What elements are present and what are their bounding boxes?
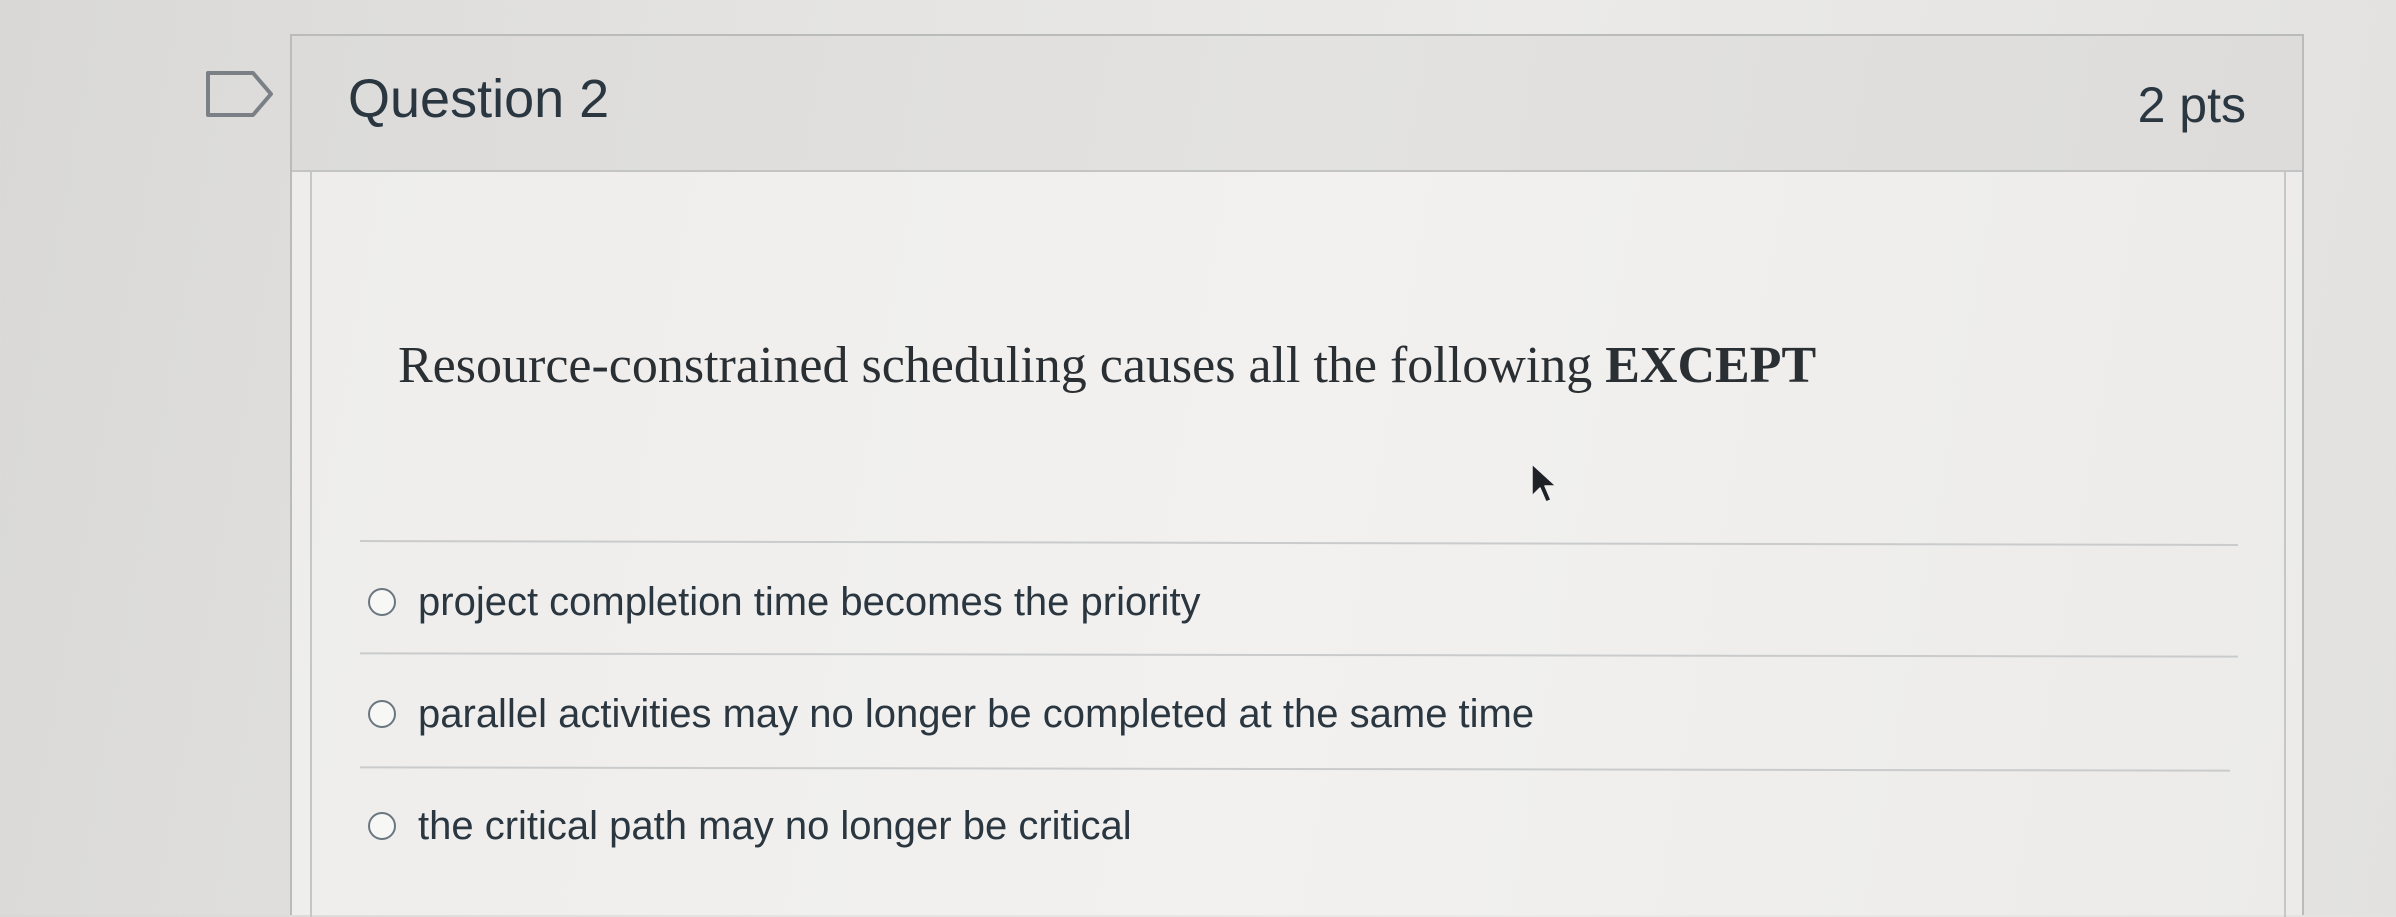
question-header: Question 2 2 pts <box>292 36 2302 172</box>
answer-divider <box>359 766 2231 772</box>
answer-option[interactable]: project completion time becomes the prio… <box>368 572 1201 632</box>
question-body: Resource-constrained scheduling causes a… <box>310 172 2286 917</box>
question-text: Resource-constrained scheduling causes a… <box>398 340 1816 392</box>
mouse-pointer-icon <box>1531 463 1557 503</box>
answer-label: project completion time becomes the prio… <box>418 579 1201 624</box>
question-text-main: Resource-constrained scheduling causes a… <box>398 337 1606 394</box>
answer-option[interactable]: parallel activities may no longer be com… <box>368 684 1534 744</box>
answer-option[interactable]: the critical path may no longer be criti… <box>368 796 1132 856</box>
question-text-emphasis: EXCEPT <box>1605 337 1817 394</box>
radio-button[interactable] <box>368 812 396 840</box>
question-card: Question 2 2 pts Resource-constrained sc… <box>290 34 2304 917</box>
answer-divider <box>359 540 2238 546</box>
answer-label: the critical path may no longer be criti… <box>418 803 1132 848</box>
answer-divider <box>359 652 2239 658</box>
answer-label: parallel activities may no longer be com… <box>418 691 1535 736</box>
radio-button[interactable] <box>368 588 396 616</box>
question-title: Question 2 <box>348 69 610 129</box>
question-points: 2 pts <box>2137 77 2246 133</box>
flag-question-icon[interactable] <box>205 70 275 118</box>
radio-button[interactable] <box>368 700 396 728</box>
